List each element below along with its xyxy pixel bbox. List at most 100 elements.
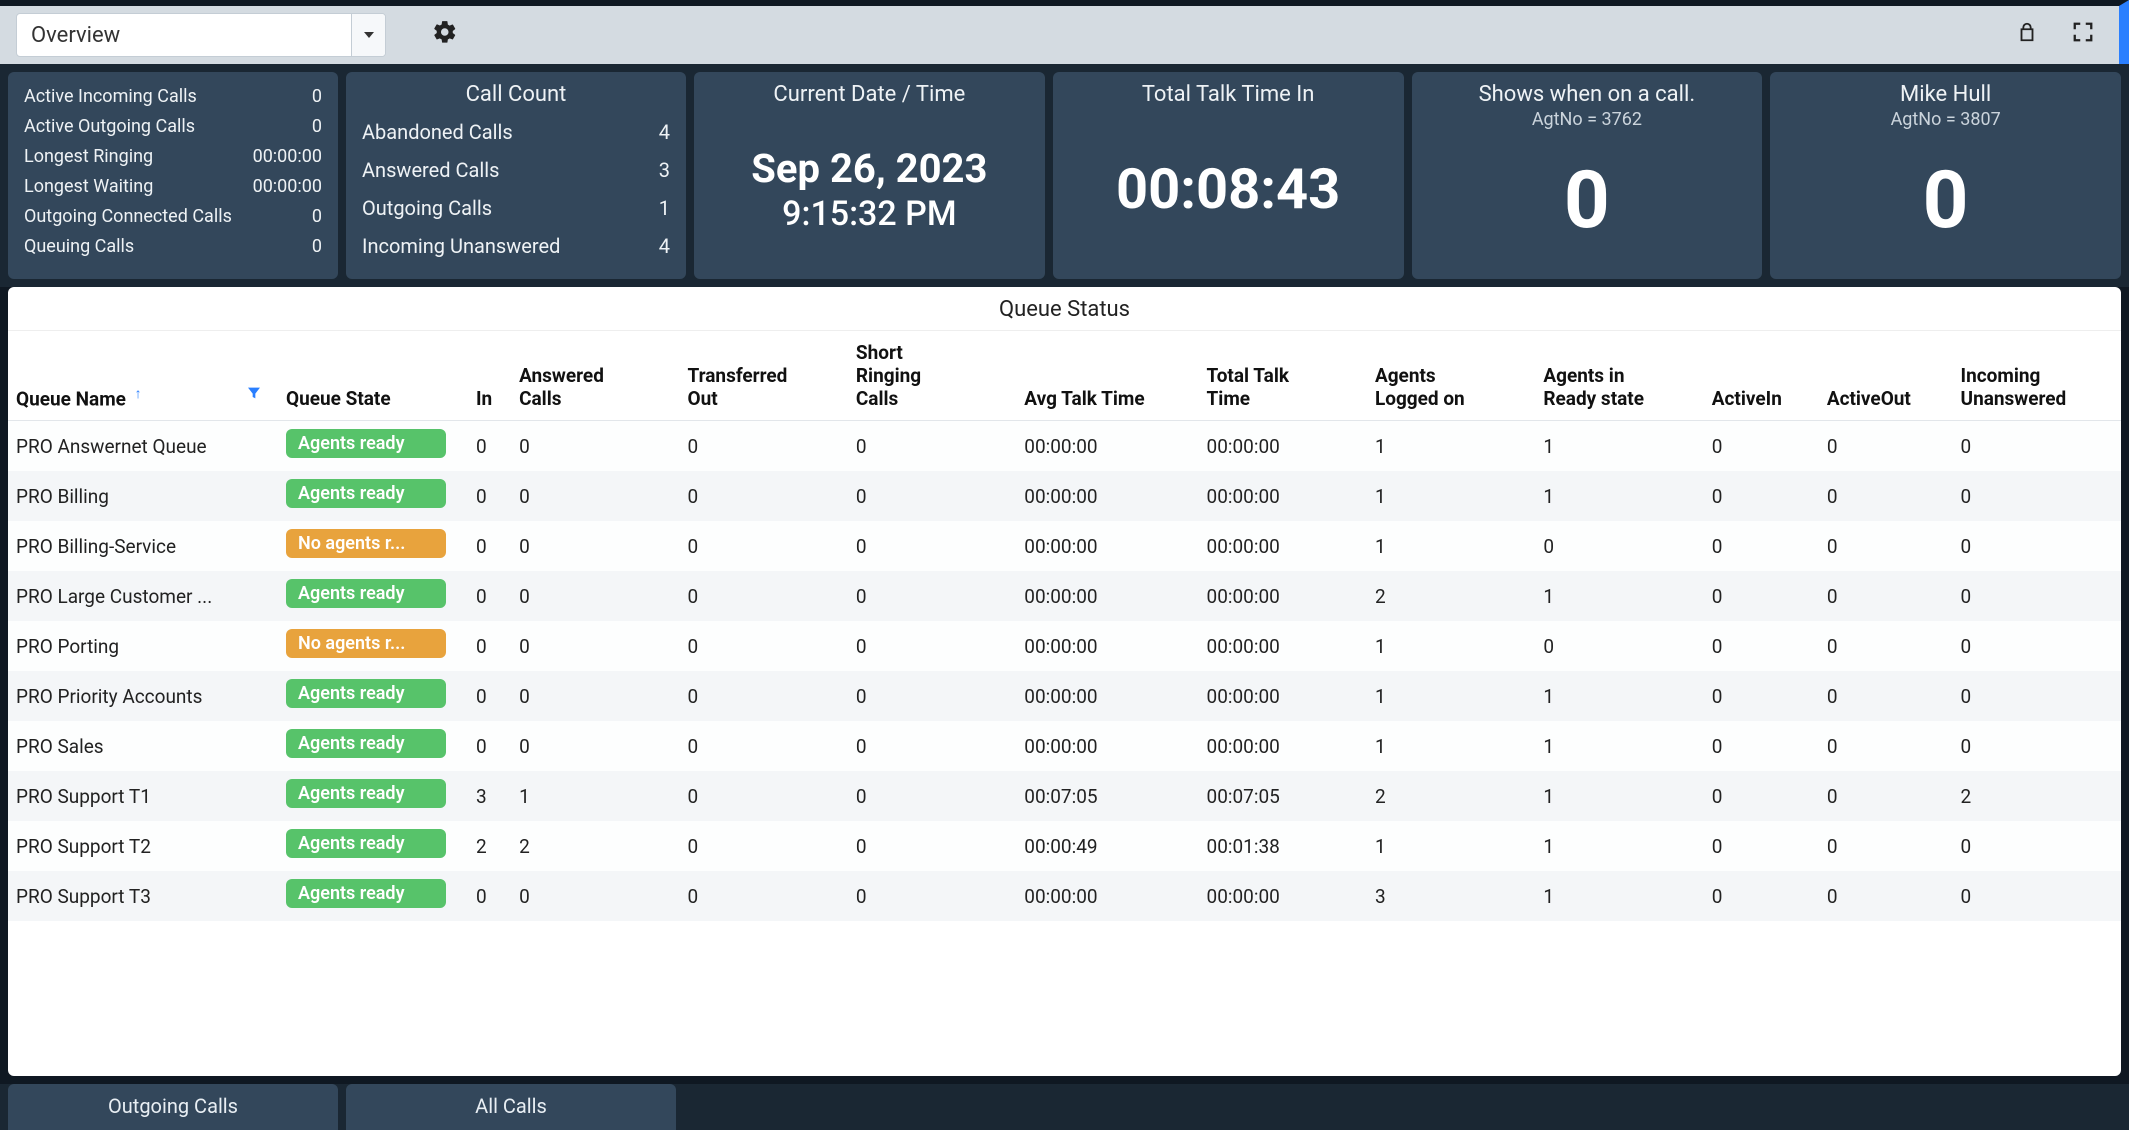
cell-queue-state: Agents ready [278, 471, 468, 521]
stat-value: 00:00:00 [253, 142, 322, 172]
widget-agent1-title: Shows when on a call. [1428, 82, 1747, 107]
queue-state-pill: Agents ready [286, 829, 446, 858]
queue-state-pill: Agents ready [286, 879, 446, 908]
filter-icon[interactable] [246, 385, 262, 406]
cell-short-ringing: 0 [848, 771, 1016, 821]
cell-transferred: 0 [679, 621, 847, 671]
col-short-ringing[interactable]: Short Ringing Calls [848, 331, 1016, 421]
table-row[interactable]: PRO Support T3Agents ready000000:00:0000… [8, 871, 2121, 921]
cell-avg-talk: 00:00:00 [1016, 471, 1198, 521]
stat-label: Incoming Unanswered [362, 227, 560, 265]
table-row[interactable]: PRO Priority AccountsAgents ready000000:… [8, 671, 2121, 721]
stat-value: 4 [630, 113, 670, 151]
cell-answered: 2 [511, 821, 679, 871]
queue-state-pill: Agents ready [286, 479, 446, 508]
cell-total-talk: 00:01:38 [1199, 821, 1367, 871]
col-transferred[interactable]: Transferred Out [679, 331, 847, 421]
table-row[interactable]: PRO PortingNo agents r...000000:00:0000:… [8, 621, 2121, 671]
cell-total-talk: 00:07:05 [1199, 771, 1367, 821]
cell-queue-name: PRO Large Customer ... [8, 571, 278, 621]
cell-transferred: 0 [679, 821, 847, 871]
view-selector-dropdown-button[interactable] [351, 14, 385, 56]
cell-active-in: 0 [1704, 621, 1819, 671]
stat-label: Answered Calls [362, 151, 499, 189]
col-answered[interactable]: Answered Calls [511, 331, 679, 421]
cell-transferred: 0 [679, 521, 847, 571]
table-row[interactable]: PRO Billing-ServiceNo agents r...000000:… [8, 521, 2121, 571]
cell-agents-logged: 2 [1367, 771, 1535, 821]
stat-value: 4 [630, 227, 670, 265]
col-incoming-unanswered[interactable]: Incoming Unanswered [1953, 331, 2121, 421]
stat-label: Abandoned Calls [362, 113, 513, 151]
cell-agents-ready: 1 [1535, 721, 1703, 771]
widget-total-talk-time: Total Talk Time In 00:08:43 [1053, 72, 1404, 279]
col-agents-logged[interactable]: Agents Logged on [1367, 331, 1535, 421]
cell-answered: 0 [511, 621, 679, 671]
cell-active-out: 0 [1819, 671, 1953, 721]
cell-transferred: 0 [679, 771, 847, 821]
active-stat-row: Active Outgoing Calls0 [24, 112, 322, 142]
cell-transferred: 0 [679, 571, 847, 621]
table-row[interactable]: PRO SalesAgents ready000000:00:0000:00:0… [8, 721, 2121, 771]
table-row[interactable]: PRO Answernet QueueAgents ready000000:00… [8, 421, 2121, 472]
queue-status-panel: Queue Status Queue Name ↑ Queue State In… [8, 287, 2121, 1076]
stat-label: Longest Waiting [24, 172, 153, 202]
col-queue-name[interactable]: Queue Name ↑ [8, 331, 278, 421]
cell-avg-talk: 00:00:00 [1016, 721, 1198, 771]
current-date: Sep 26, 2023 [751, 145, 987, 192]
cell-avg-talk: 00:00:00 [1016, 671, 1198, 721]
cell-incoming-unanswered: 0 [1953, 871, 2121, 921]
cell-active-out: 0 [1819, 871, 1953, 921]
stat-value: 1 [630, 189, 670, 227]
stat-label: Active Incoming Calls [24, 82, 197, 112]
view-selector[interactable]: Overview [16, 13, 386, 57]
active-stat-row: Queuing Calls0 [24, 232, 322, 262]
settings-icon[interactable] [432, 19, 458, 52]
col-active-out[interactable]: ActiveOut [1819, 331, 1953, 421]
cell-active-in: 0 [1704, 721, 1819, 771]
widget-agent-2: Mike Hull AgtNo = 3807 0 [1770, 72, 2121, 279]
agent1-value: 0 [1564, 160, 1610, 240]
cell-agents-ready: 1 [1535, 821, 1703, 871]
cell-agents-ready: 0 [1535, 621, 1703, 671]
cell-avg-talk: 00:00:49 [1016, 821, 1198, 871]
col-active-in[interactable]: ActiveIn [1704, 331, 1819, 421]
cell-queue-name: PRO Support T2 [8, 821, 278, 871]
col-avg-talk[interactable]: Avg Talk Time [1016, 331, 1198, 421]
stat-label: Outgoing Connected Calls [24, 202, 232, 232]
cell-in: 0 [468, 571, 511, 621]
tab-outgoing-calls[interactable]: Outgoing Calls [8, 1084, 338, 1130]
col-total-talk[interactable]: Total Talk Time [1199, 331, 1367, 421]
queue-state-pill: Agents ready [286, 729, 446, 758]
cell-total-talk: 00:00:00 [1199, 671, 1367, 721]
stat-value: 0 [282, 202, 322, 232]
cell-total-talk: 00:00:00 [1199, 571, 1367, 621]
table-row[interactable]: PRO Support T2Agents ready220000:00:4900… [8, 821, 2121, 871]
table-row[interactable]: PRO BillingAgents ready000000:00:0000:00… [8, 471, 2121, 521]
cell-incoming-unanswered: 0 [1953, 671, 2121, 721]
cell-avg-talk: 00:00:00 [1016, 521, 1198, 571]
cell-active-out: 0 [1819, 721, 1953, 771]
queue-status-table-wrap[interactable]: Queue Name ↑ Queue State In Answered Cal… [8, 331, 2121, 1076]
table-row[interactable]: PRO Support T1Agents ready310000:07:0500… [8, 771, 2121, 821]
lock-icon[interactable] [2007, 21, 2047, 49]
table-row[interactable]: PRO Large Customer ...Agents ready000000… [8, 571, 2121, 621]
col-agents-ready[interactable]: Agents in Ready state [1535, 331, 1703, 421]
active-stat-row: Longest Waiting00:00:00 [24, 172, 322, 202]
col-in[interactable]: In [468, 331, 511, 421]
cell-incoming-unanswered: 0 [1953, 721, 2121, 771]
col-queue-state[interactable]: Queue State [278, 331, 468, 421]
cell-agents-logged: 1 [1367, 671, 1535, 721]
cell-in: 0 [468, 871, 511, 921]
sort-asc-icon: ↑ [135, 386, 142, 402]
cell-queue-name: PRO Support T3 [8, 871, 278, 921]
cell-short-ringing: 0 [848, 871, 1016, 921]
tab-all-calls[interactable]: All Calls [346, 1084, 676, 1130]
cell-active-in: 0 [1704, 771, 1819, 821]
cell-agents-logged: 2 [1367, 571, 1535, 621]
widget-call-count: Call Count Abandoned Calls4Answered Call… [346, 72, 686, 279]
fullscreen-icon[interactable] [2063, 21, 2103, 49]
cell-incoming-unanswered: 0 [1953, 471, 2121, 521]
toolbar: Overview [0, 0, 2129, 64]
cell-agents-logged: 3 [1367, 871, 1535, 921]
